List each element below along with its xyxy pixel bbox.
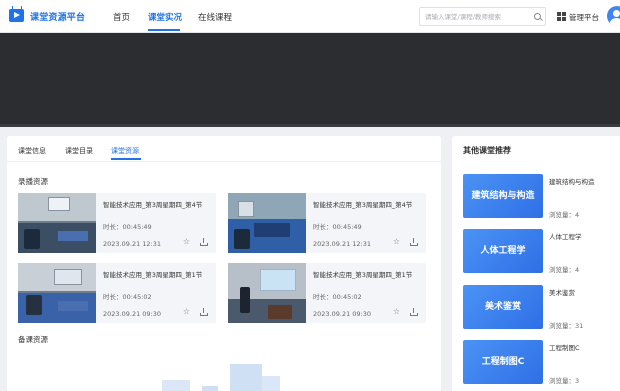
video-thumbnail[interactable] <box>18 193 96 253</box>
course-views: 浏览量：31 <box>549 322 584 330</box>
video-thumbnail[interactable] <box>18 263 96 323</box>
course-banner-text: 美术鉴赏 <box>484 302 521 312</box>
recording-date: 2023.09.21 12:31 <box>103 240 162 248</box>
recording-title[interactable]: 智能技术应用_第3周星期四_第1节 <box>313 269 423 279</box>
recommend-panel: 其他课堂推荐 建筑结构与构造 建筑结构与构造 浏览量：4 人体工程学 人体工程学… <box>452 136 620 391</box>
search-input[interactable] <box>425 11 525 23</box>
recording-duration: 时长：00:45:49 <box>103 223 152 231</box>
recording-duration: 时长：00:45:49 <box>313 223 362 231</box>
nav-online-courses[interactable]: 在线课程 <box>198 11 232 23</box>
course-name[interactable]: 建筑结构与构造 <box>549 176 595 186</box>
search-box <box>419 7 546 26</box>
nav-classroom-live[interactable]: 课堂实况 <box>148 11 182 23</box>
download-icon[interactable] <box>200 308 208 316</box>
course-banner[interactable]: 工程制图C <box>463 340 543 384</box>
tab-divider <box>7 161 441 162</box>
recommend-title: 其他课堂推荐 <box>463 146 511 155</box>
tab-class-catalog[interactable]: 课堂目录 <box>65 146 93 156</box>
course-views: 浏览量：4 <box>549 266 580 274</box>
course-banner[interactable]: 人体工程学 <box>463 229 543 273</box>
recording-card[interactable]: 智能技术应用_第3周星期四_第1节 时长：00:45:02 2023.09.21… <box>228 263 426 323</box>
download-icon[interactable] <box>410 238 418 246</box>
course-banner[interactable]: 美术鉴赏 <box>463 285 543 329</box>
course-views: 浏览量：4 <box>549 211 580 219</box>
course-name[interactable]: 美术鉴赏 <box>549 287 575 297</box>
main-panel: 课堂信息 课堂目录 课堂资源 录播资源 智能技术应用_第3周星期四_第4节 时长… <box>7 136 441 391</box>
recording-date: 2023.09.21 09:30 <box>313 310 372 318</box>
course-name[interactable]: 人体工程学 <box>549 231 582 241</box>
recording-section-title: 录播资源 <box>18 177 48 186</box>
recommend-item[interactable]: 建筑结构与构造 建筑结构与构造 浏览量：4 <box>463 174 620 222</box>
recording-date: 2023.09.21 12:31 <box>313 240 372 248</box>
logo-play-icon <box>9 9 24 22</box>
recording-card[interactable]: 智能技术应用_第3周星期四_第1节 时长：00:45:02 2023.09.21… <box>18 263 216 323</box>
course-views: 浏览量：3 <box>549 377 580 385</box>
recommend-item[interactable]: 人体工程学 人体工程学 浏览量：4 <box>463 229 620 277</box>
recording-title[interactable]: 智能技术应用_第3周星期四_第4节 <box>103 199 213 209</box>
site-logo-text[interactable]: 课堂资源平台 <box>30 10 85 23</box>
video-player-bar <box>0 124 620 127</box>
recording-date: 2023.09.21 09:30 <box>103 310 162 318</box>
course-banner[interactable]: 建筑结构与构造 <box>463 174 543 218</box>
course-name[interactable]: 工程制图C <box>549 342 580 352</box>
recording-duration: 时长：00:45:02 <box>103 293 152 301</box>
course-banner-text: 工程制图C <box>481 357 525 367</box>
recording-card[interactable]: 智能技术应用_第3周星期四_第4节 时长：00:45:49 2023.09.21… <box>228 193 426 253</box>
recording-title[interactable]: 智能技术应用_第3周星期四_第1节 <box>103 269 213 279</box>
video-player[interactable] <box>0 33 620 124</box>
search-icon[interactable] <box>534 13 541 20</box>
tab-active-indicator <box>111 158 141 160</box>
recommend-item[interactable]: 美术鉴赏 美术鉴赏 浏览量：31 <box>463 285 620 333</box>
prep-section-title: 备课资源 <box>18 335 48 344</box>
top-header: 课堂资源平台 首页 课堂实况 在线课程 管理平台 <box>0 0 620 33</box>
star-icon[interactable]: ☆ <box>182 237 191 246</box>
nav-active-indicator <box>148 29 180 31</box>
empty-state-illustration <box>162 364 292 391</box>
grid-icon[interactable] <box>557 12 566 21</box>
video-thumbnail[interactable] <box>228 263 306 323</box>
management-platform-link[interactable]: 管理平台 <box>569 12 599 23</box>
star-icon[interactable]: ☆ <box>182 307 191 316</box>
recording-title[interactable]: 智能技术应用_第3周星期四_第4节 <box>313 199 423 209</box>
user-avatar[interactable] <box>607 6 620 26</box>
recording-duration: 时长：00:45:02 <box>313 293 362 301</box>
recording-card[interactable]: 智能技术应用_第3周星期四_第4节 时长：00:45:49 2023.09.21… <box>18 193 216 253</box>
course-banner-text: 人体工程学 <box>480 246 526 256</box>
tab-class-resources[interactable]: 课堂资源 <box>111 146 139 156</box>
course-banner-text: 建筑结构与构造 <box>471 191 535 201</box>
recommend-item[interactable]: 工程制图C 工程制图C 浏览量：3 <box>463 340 620 388</box>
star-icon[interactable]: ☆ <box>392 307 401 316</box>
download-icon[interactable] <box>410 308 418 316</box>
nav-home[interactable]: 首页 <box>113 11 130 23</box>
star-icon[interactable]: ☆ <box>392 237 401 246</box>
video-thumbnail[interactable] <box>228 193 306 253</box>
tab-class-info[interactable]: 课堂信息 <box>18 146 46 156</box>
download-icon[interactable] <box>200 238 208 246</box>
